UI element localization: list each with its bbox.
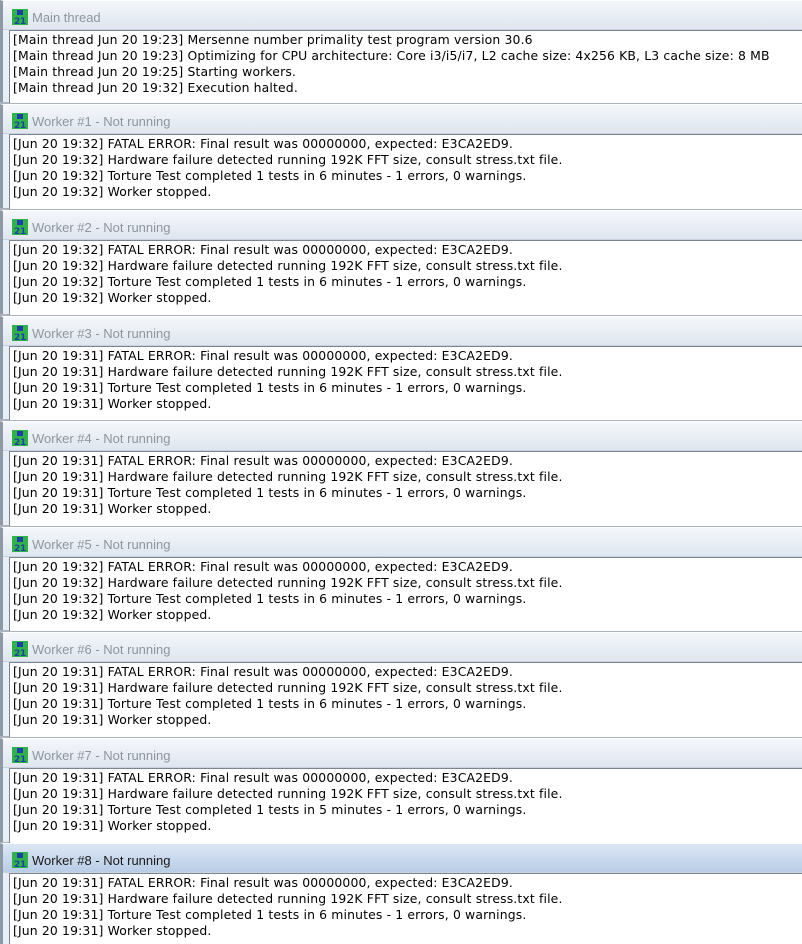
log-text-area[interactable]: [Jun 20 19:32] FATAL ERROR: Final result… bbox=[9, 134, 802, 209]
log-line: [Jun 20 19:32] Torture Test completed 1 … bbox=[13, 168, 527, 183]
log-text-area[interactable]: [Main thread Jun 20 19:23] Mersenne numb… bbox=[9, 30, 802, 103]
window-titlebar[interactable]: 2 1 Worker #4 - Not running bbox=[3, 422, 802, 451]
log-text-area[interactable]: [Jun 20 19:31] FATAL ERROR: Final result… bbox=[9, 873, 802, 944]
log-line: [Jun 20 19:31] Worker stopped. bbox=[13, 712, 212, 727]
window-title: Worker #1 - Not running bbox=[32, 114, 171, 129]
log-line: [Jun 20 19:31] Torture Test completed 1 … bbox=[13, 485, 527, 500]
svg-text:1: 1 bbox=[20, 649, 26, 657]
log-line: [Jun 20 19:32] Worker stopped. bbox=[13, 184, 212, 199]
window-titlebar[interactable]: 2 1 Worker #6 - Not running bbox=[3, 633, 802, 662]
log-line: [Jun 20 19:31] Worker stopped. bbox=[13, 818, 212, 833]
log-text-area[interactable]: [Jun 20 19:31] FATAL ERROR: Final result… bbox=[9, 662, 802, 737]
log-line: [Jun 20 19:32] Worker stopped. bbox=[13, 607, 212, 622]
log-line: [Jun 20 19:31] Torture Test completed 1 … bbox=[13, 802, 527, 817]
window-worker-6[interactable]: 2 1 Worker #6 - Not running [Jun 20 19:3… bbox=[0, 632, 802, 737]
window-main-thread[interactable]: 2 1 Main thread [Main thread Jun 20 19:2… bbox=[0, 0, 802, 103]
window-worker-1[interactable]: 2 1 Worker #1 - Not running [Jun 20 19:3… bbox=[0, 104, 802, 209]
log-line: [Jun 20 19:31] Worker stopped. bbox=[13, 396, 212, 411]
window-title: Worker #8 - Not running bbox=[32, 853, 171, 868]
prime95-icon: 2 1 bbox=[12, 852, 28, 868]
window-titlebar[interactable]: 2 1 Worker #8 - Not running bbox=[3, 844, 802, 873]
log-line: [Jun 20 19:31] Torture Test completed 1 … bbox=[13, 907, 527, 922]
log-text-area[interactable]: [Jun 20 19:32] FATAL ERROR: Final result… bbox=[9, 557, 802, 631]
window-worker-5[interactable]: 2 1 Worker #5 - Not running [Jun 20 19:3… bbox=[0, 527, 802, 631]
log-text-area[interactable]: [Jun 20 19:31] FATAL ERROR: Final result… bbox=[9, 451, 802, 526]
log-line: [Main thread Jun 20 19:23] Mersenne numb… bbox=[13, 32, 533, 47]
log-line: [Jun 20 19:31] Hardware failure detected… bbox=[13, 469, 563, 484]
window-title: Worker #2 - Not running bbox=[32, 220, 171, 235]
window-worker-3[interactable]: 2 1 Worker #3 - Not running [Jun 20 19:3… bbox=[0, 316, 802, 420]
svg-text:1: 1 bbox=[20, 755, 26, 763]
log-line: [Jun 20 19:31] Worker stopped. bbox=[13, 923, 212, 938]
log-text-area[interactable]: [Jun 20 19:31] FATAL ERROR: Final result… bbox=[9, 346, 802, 420]
log-line: [Jun 20 19:32] FATAL ERROR: Final result… bbox=[13, 242, 513, 257]
window-worker-7[interactable]: 2 1 Worker #7 - Not running [Jun 20 19:3… bbox=[0, 738, 802, 843]
svg-text:1: 1 bbox=[20, 227, 26, 235]
window-title: Worker #7 - Not running bbox=[32, 748, 171, 763]
log-line: [Jun 20 19:31] FATAL ERROR: Final result… bbox=[13, 664, 513, 679]
log-text-area[interactable]: [Jun 20 19:32] FATAL ERROR: Final result… bbox=[9, 240, 802, 315]
log-line: [Jun 20 19:32] Hardware failure detected… bbox=[13, 258, 563, 273]
log-line: [Main thread Jun 20 19:25] Starting work… bbox=[13, 64, 297, 79]
log-line: [Main thread Jun 20 19:32] Execution hal… bbox=[13, 80, 298, 95]
window-worker-2[interactable]: 2 1 Worker #2 - Not running [Jun 20 19:3… bbox=[0, 210, 802, 315]
window-title: Worker #6 - Not running bbox=[32, 642, 171, 657]
window-title: Worker #4 - Not running bbox=[32, 431, 171, 446]
window-titlebar[interactable]: 2 1 Worker #1 - Not running bbox=[3, 105, 802, 134]
log-line: [Jun 20 19:32] FATAL ERROR: Final result… bbox=[13, 559, 513, 574]
svg-text:1: 1 bbox=[20, 17, 26, 25]
window-title: Worker #5 - Not running bbox=[32, 537, 171, 552]
log-line: [Jun 20 19:31] Torture Test completed 1 … bbox=[13, 380, 527, 395]
log-line: [Jun 20 19:32] FATAL ERROR: Final result… bbox=[13, 136, 513, 151]
log-line: [Jun 20 19:31] Hardware failure detected… bbox=[13, 680, 563, 695]
log-line: [Jun 20 19:31] Hardware failure detected… bbox=[13, 364, 563, 379]
log-line: [Jun 20 19:31] Worker stopped. bbox=[13, 501, 212, 516]
window-title: Main thread bbox=[32, 10, 101, 25]
svg-text:1: 1 bbox=[20, 860, 26, 868]
log-line: [Jun 20 19:32] Torture Test completed 1 … bbox=[13, 274, 527, 289]
window-titlebar[interactable]: 2 1 Worker #5 - Not running bbox=[3, 528, 802, 557]
log-line: [Main thread Jun 20 19:23] Optimizing fo… bbox=[13, 48, 770, 63]
log-line: [Jun 20 19:31] Hardware failure detected… bbox=[13, 786, 563, 801]
log-text-area[interactable]: [Jun 20 19:31] FATAL ERROR: Final result… bbox=[9, 768, 802, 843]
svg-text:1: 1 bbox=[20, 438, 26, 446]
prime95-icon: 2 1 bbox=[12, 536, 28, 552]
window-titlebar[interactable]: 2 1 Worker #7 - Not running bbox=[3, 739, 802, 768]
window-titlebar[interactable]: 2 1 Worker #3 - Not running bbox=[3, 317, 802, 346]
prime95-icon: 2 1 bbox=[12, 113, 28, 129]
window-worker-4[interactable]: 2 1 Worker #4 - Not running [Jun 20 19:3… bbox=[0, 421, 802, 526]
window-worker-8[interactable]: 2 1 Worker #8 - Not running [Jun 20 19:3… bbox=[0, 843, 802, 944]
log-line: [Jun 20 19:31] Torture Test completed 1 … bbox=[13, 696, 527, 711]
prime95-icon: 2 1 bbox=[12, 325, 28, 341]
log-line: [Jun 20 19:32] Torture Test completed 1 … bbox=[13, 591, 527, 606]
window-titlebar[interactable]: 2 1 Main thread bbox=[3, 1, 802, 30]
window-titlebar[interactable]: 2 1 Worker #2 - Not running bbox=[3, 211, 802, 240]
log-line: [Jun 20 19:32] Hardware failure detected… bbox=[13, 152, 563, 167]
prime95-icon: 2 1 bbox=[12, 430, 28, 446]
prime95-icon: 2 1 bbox=[12, 641, 28, 657]
log-line: [Jun 20 19:31] FATAL ERROR: Final result… bbox=[13, 875, 513, 890]
prime95-icon: 2 1 bbox=[12, 9, 28, 25]
svg-text:1: 1 bbox=[20, 333, 26, 341]
prime95-icon: 2 1 bbox=[12, 219, 28, 235]
svg-text:1: 1 bbox=[20, 121, 26, 129]
prime95-icon: 2 1 bbox=[12, 747, 28, 763]
log-line: [Jun 20 19:31] FATAL ERROR: Final result… bbox=[13, 770, 513, 785]
log-line: [Jun 20 19:31] FATAL ERROR: Final result… bbox=[13, 453, 513, 468]
svg-text:1: 1 bbox=[20, 544, 26, 552]
log-line: [Jun 20 19:32] Hardware failure detected… bbox=[13, 575, 563, 590]
log-line: [Jun 20 19:31] FATAL ERROR: Final result… bbox=[13, 348, 513, 363]
window-title: Worker #3 - Not running bbox=[32, 326, 171, 341]
log-line: [Jun 20 19:32] Worker stopped. bbox=[13, 290, 212, 305]
log-line: [Jun 20 19:31] Hardware failure detected… bbox=[13, 891, 563, 906]
